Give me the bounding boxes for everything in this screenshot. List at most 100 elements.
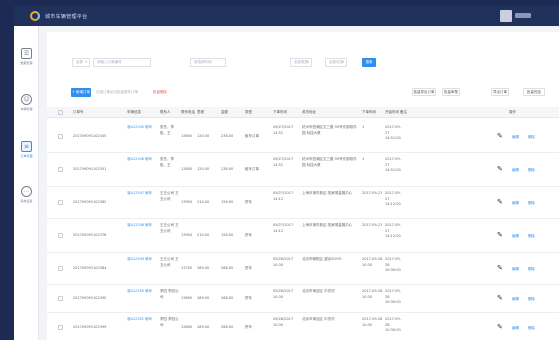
status-select[interactable]: 全部状态 ▾ <box>325 58 347 67</box>
cell-amount: 238.00 <box>221 134 234 138</box>
edit-pencil-icon[interactable]: ✎ <box>497 166 503 173</box>
type-select[interactable]: 全部类型 ▾ <box>290 58 312 67</box>
cell-address: 杭州市西湖区文三路 90号东部软件园 科技大厦 <box>302 157 357 167</box>
table-row[interactable]: 201709091102384 浙A12349 轿车 王五公司 王五公司 13700 1… <box>47 253 559 285</box>
edit-pencil-icon[interactable]: ✎ <box>497 265 503 272</box>
edit-pencil-icon[interactable]: ✎ <box>497 232 503 239</box>
column-header[interactable]: 联系人 <box>160 110 171 115</box>
delete-link[interactable]: 删除 <box>528 201 535 206</box>
sidebar-item-3[interactable]: ⋯ 系统设置 <box>14 186 39 212</box>
cell-mileage: 210.00 <box>197 233 210 237</box>
export-batch-button[interactable]: 批量导出订单 <box>412 88 436 96</box>
cell-vehicle[interactable]: 浙A12349 轿车 <box>127 257 155 263</box>
column-header[interactable]: 里程 <box>197 110 204 115</box>
cell-start: 2017-09-27 14:51:00 <box>385 157 401 172</box>
edit-link[interactable]: 编辑 <box>512 234 519 239</box>
table-row[interactable]: 201709091102345 浙A12345 轿车 张先、李俊、王 13800 120… <box>47 121 559 153</box>
column-header[interactable]: 车辆信息 <box>127 110 141 115</box>
cell-contact: 张先、李俊、王 <box>160 157 174 167</box>
edit-link[interactable]: 编辑 <box>512 297 519 302</box>
cell-contact: 王五公司 王五公司 <box>160 257 179 267</box>
select-all-checkbox[interactable] <box>58 110 63 115</box>
table-row[interactable]: 201709091102378 浙A12348 轿车 王五公司 王五公司 13900 2… <box>47 219 559 253</box>
cell-vehicle[interactable]: 浙A12350 轿车 <box>127 289 155 295</box>
cell-mileage: 120.00 <box>197 134 210 138</box>
person-icon: ☺ <box>21 94 32 105</box>
column-header[interactable]: 金额 <box>221 110 228 115</box>
sidebar-item-2[interactable]: ≡ 订单管理 <box>14 141 39 167</box>
cell-time: 09/27/2017 14:51 <box>273 125 294 135</box>
cell-contact: 王五公司 王五公司 <box>160 223 179 233</box>
table-row[interactable]: 201709091102399 浙A12351 轿车 李四 李四公司 13600 189… <box>47 313 559 340</box>
export-order-button[interactable]: 导出订单 <box>491 88 509 96</box>
batch-review-button[interactable]: 批量审核 <box>442 88 460 96</box>
batch-delete-button[interactable]: 批量删除 <box>153 90 167 95</box>
delete-link[interactable]: 删除 <box>528 267 535 272</box>
delete-link[interactable]: 删除 <box>528 326 535 331</box>
column-header[interactable]: 备注 <box>400 110 407 115</box>
row-checkbox[interactable] <box>58 134 63 139</box>
column-header[interactable]: 下单时间 <box>273 110 287 115</box>
sidebar-item-0[interactable]: ☰ 数据管理 <box>14 48 39 74</box>
column-header[interactable]: 下单时间 <box>362 110 376 115</box>
cell-vehicle[interactable]: 浙A12346 轿车 <box>127 157 155 163</box>
cell-order: 201709091102351 <box>73 167 107 171</box>
column-header[interactable]: 收货地址 <box>302 110 316 115</box>
search-button[interactable]: 搜索 <box>362 58 376 67</box>
edit-pencil-icon[interactable]: ✎ <box>497 324 503 331</box>
cell-type: 拼车 <box>245 200 252 204</box>
add-order-button[interactable]: + 新增订单 <box>71 88 91 97</box>
cell-order_time: 2017-09-27 <box>362 191 383 195</box>
cell-amount: 268.00 <box>221 296 234 300</box>
edit-link[interactable]: 编辑 <box>512 267 519 272</box>
table-row[interactable]: 201709091102362 浙A12347 轿车 王五公司 王五公司 13900 2… <box>47 187 559 219</box>
column-header[interactable]: 联系电话 <box>181 110 195 115</box>
cell-address: 北京市海淀区 中关村 <box>302 317 335 321</box>
order-number-input[interactable]: 请输入订单编号 <box>93 58 151 67</box>
row-checkbox[interactable] <box>58 325 63 330</box>
cell-order_time: 1 <box>362 157 365 161</box>
row-checkbox[interactable] <box>58 167 63 172</box>
column-header[interactable]: 类型 <box>245 110 252 115</box>
column-header[interactable]: 操作 <box>509 110 516 115</box>
table-row[interactable]: 201709091102351 浙A12346 轿车 张先、李俊、王 13800 120… <box>47 153 559 187</box>
sidebar-item-label: 订单管理 <box>20 154 33 158</box>
delete-link[interactable]: 删除 <box>528 168 535 173</box>
table-row[interactable]: 201709091102390 浙A12350 轿车 李四 李四公司 13600 189… <box>47 285 559 313</box>
cell-vehicle[interactable]: 浙A12347 轿车 <box>127 191 155 197</box>
cell-type: 拼车 <box>245 233 252 237</box>
user-menu[interactable] <box>515 13 531 18</box>
edit-link[interactable]: 编辑 <box>512 135 519 140</box>
app-window: 城市车辆管理平台 ☰ 数据管理 ☺ 车辆管理 ≡ 订单管理 ⋯ 系统设置 全部 ▾ 请输入订单… <box>14 6 559 340</box>
avatar[interactable] <box>500 10 512 22</box>
column-header[interactable]: 订单号 <box>73 110 84 115</box>
row-checkbox[interactable] <box>58 233 63 238</box>
delete-link[interactable]: 删除 <box>528 297 535 302</box>
edit-pencil-icon[interactable]: ✎ <box>497 133 503 140</box>
edit-link[interactable]: 编辑 <box>512 326 519 331</box>
cell-vehicle[interactable]: 浙A12345 轿车 <box>127 125 155 131</box>
sidebar-item-label: 车辆管理 <box>20 107 33 111</box>
edit-pencil-icon[interactable]: ✎ <box>497 199 503 206</box>
time-input[interactable]: 请选择时间 <box>190 58 226 67</box>
filter-select-scope[interactable]: 全部 ▾ <box>72 58 90 67</box>
filter-select-scope-value: 全部 <box>76 60 83 64</box>
delete-link[interactable]: 删除 <box>528 135 535 140</box>
edit-link[interactable]: 编辑 <box>512 201 519 206</box>
cell-phone: 13600 <box>181 296 193 300</box>
edit-pencil-icon[interactable]: ✎ <box>497 295 503 302</box>
row-checkbox[interactable] <box>58 200 63 205</box>
row-checkbox[interactable] <box>58 296 63 301</box>
sidebar-item-1[interactable]: ☺ 车辆管理 <box>14 94 39 120</box>
row-checkbox[interactable] <box>58 266 63 271</box>
cell-vehicle[interactable]: 浙A12348 轿车 <box>127 223 155 229</box>
cell-start: 2017-09-27 14:12:00 <box>385 223 401 238</box>
delete-link[interactable]: 删除 <box>528 234 535 239</box>
column-header[interactable]: 开始时间 <box>385 110 399 115</box>
batch-finish-button[interactable]: 批量完结 <box>523 88 545 96</box>
cell-start: 2017-09-27 14:51:00 <box>385 125 401 140</box>
cell-phone: 13600 <box>181 325 193 329</box>
edit-link[interactable]: 编辑 <box>512 168 519 173</box>
main-panel: 全部 ▾ 请输入订单编号 请选择时间 全部类型 ▾ 全部状态 ▾ 搜索 + 新增… <box>47 32 559 340</box>
cell-vehicle[interactable]: 浙A12351 轿车 <box>127 317 155 323</box>
